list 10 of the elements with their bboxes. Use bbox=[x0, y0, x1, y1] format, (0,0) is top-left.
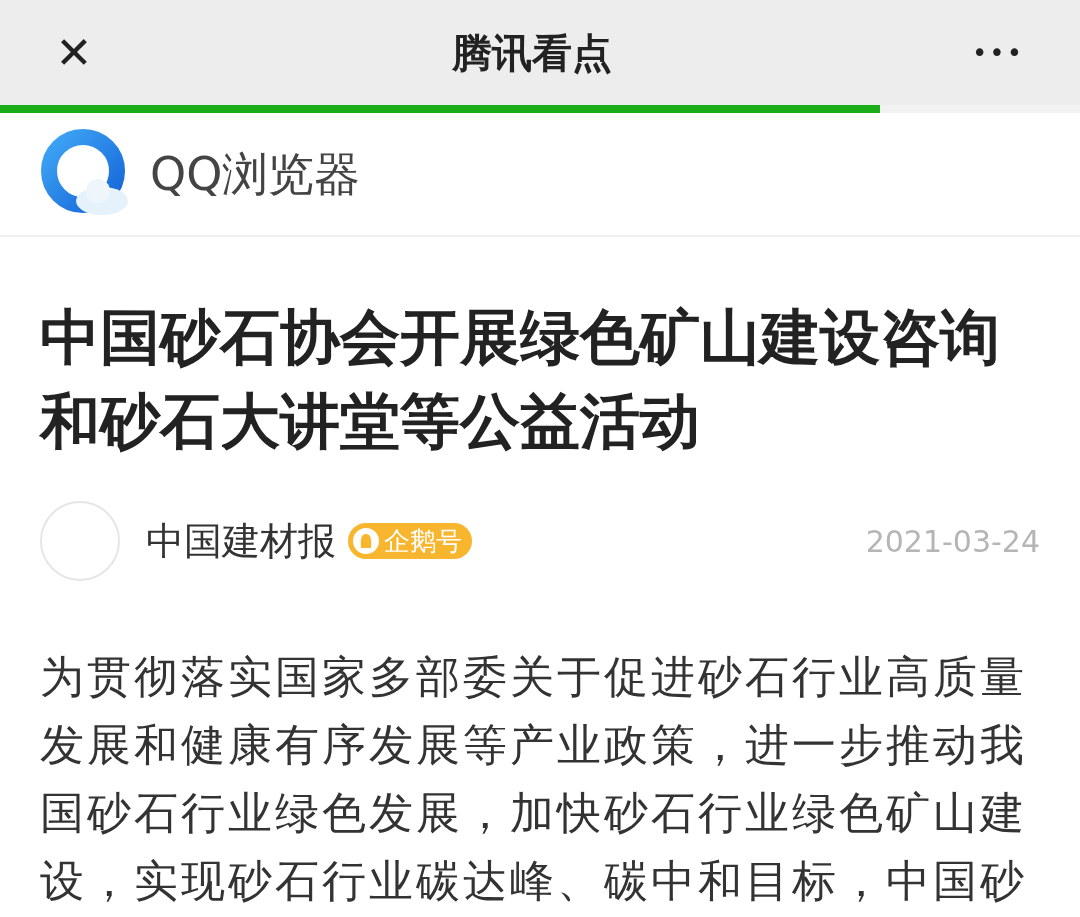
more-button[interactable]: ••• bbox=[968, 39, 1028, 66]
author-name[interactable]: 中国建材报 bbox=[146, 512, 336, 570]
article-title: 中国砂石协会开展绿色矿山建设咨询 和砂石大讲堂等公益活动 bbox=[40, 301, 1001, 458]
page-title: 腾讯看点 bbox=[452, 28, 612, 78]
close-button[interactable]: ✕ bbox=[52, 30, 96, 75]
brand-name: QQ浏览器 bbox=[150, 145, 361, 203]
badge-label: 企鹅号 bbox=[384, 524, 462, 558]
article-body: 为贯彻落实国家多部委关于促进砂石行业高质量 发展和健康有序发展等产业政策，进一步推动我 国砂石行业绿色发展，加快砂石行业绿色矿山建 设，实现砂石行业碳达峰、碳中和目标，中国砂 bbox=[40, 650, 1028, 908]
penguin-icon bbox=[352, 527, 380, 555]
publish-date: 2021-03-24 bbox=[865, 522, 1040, 561]
